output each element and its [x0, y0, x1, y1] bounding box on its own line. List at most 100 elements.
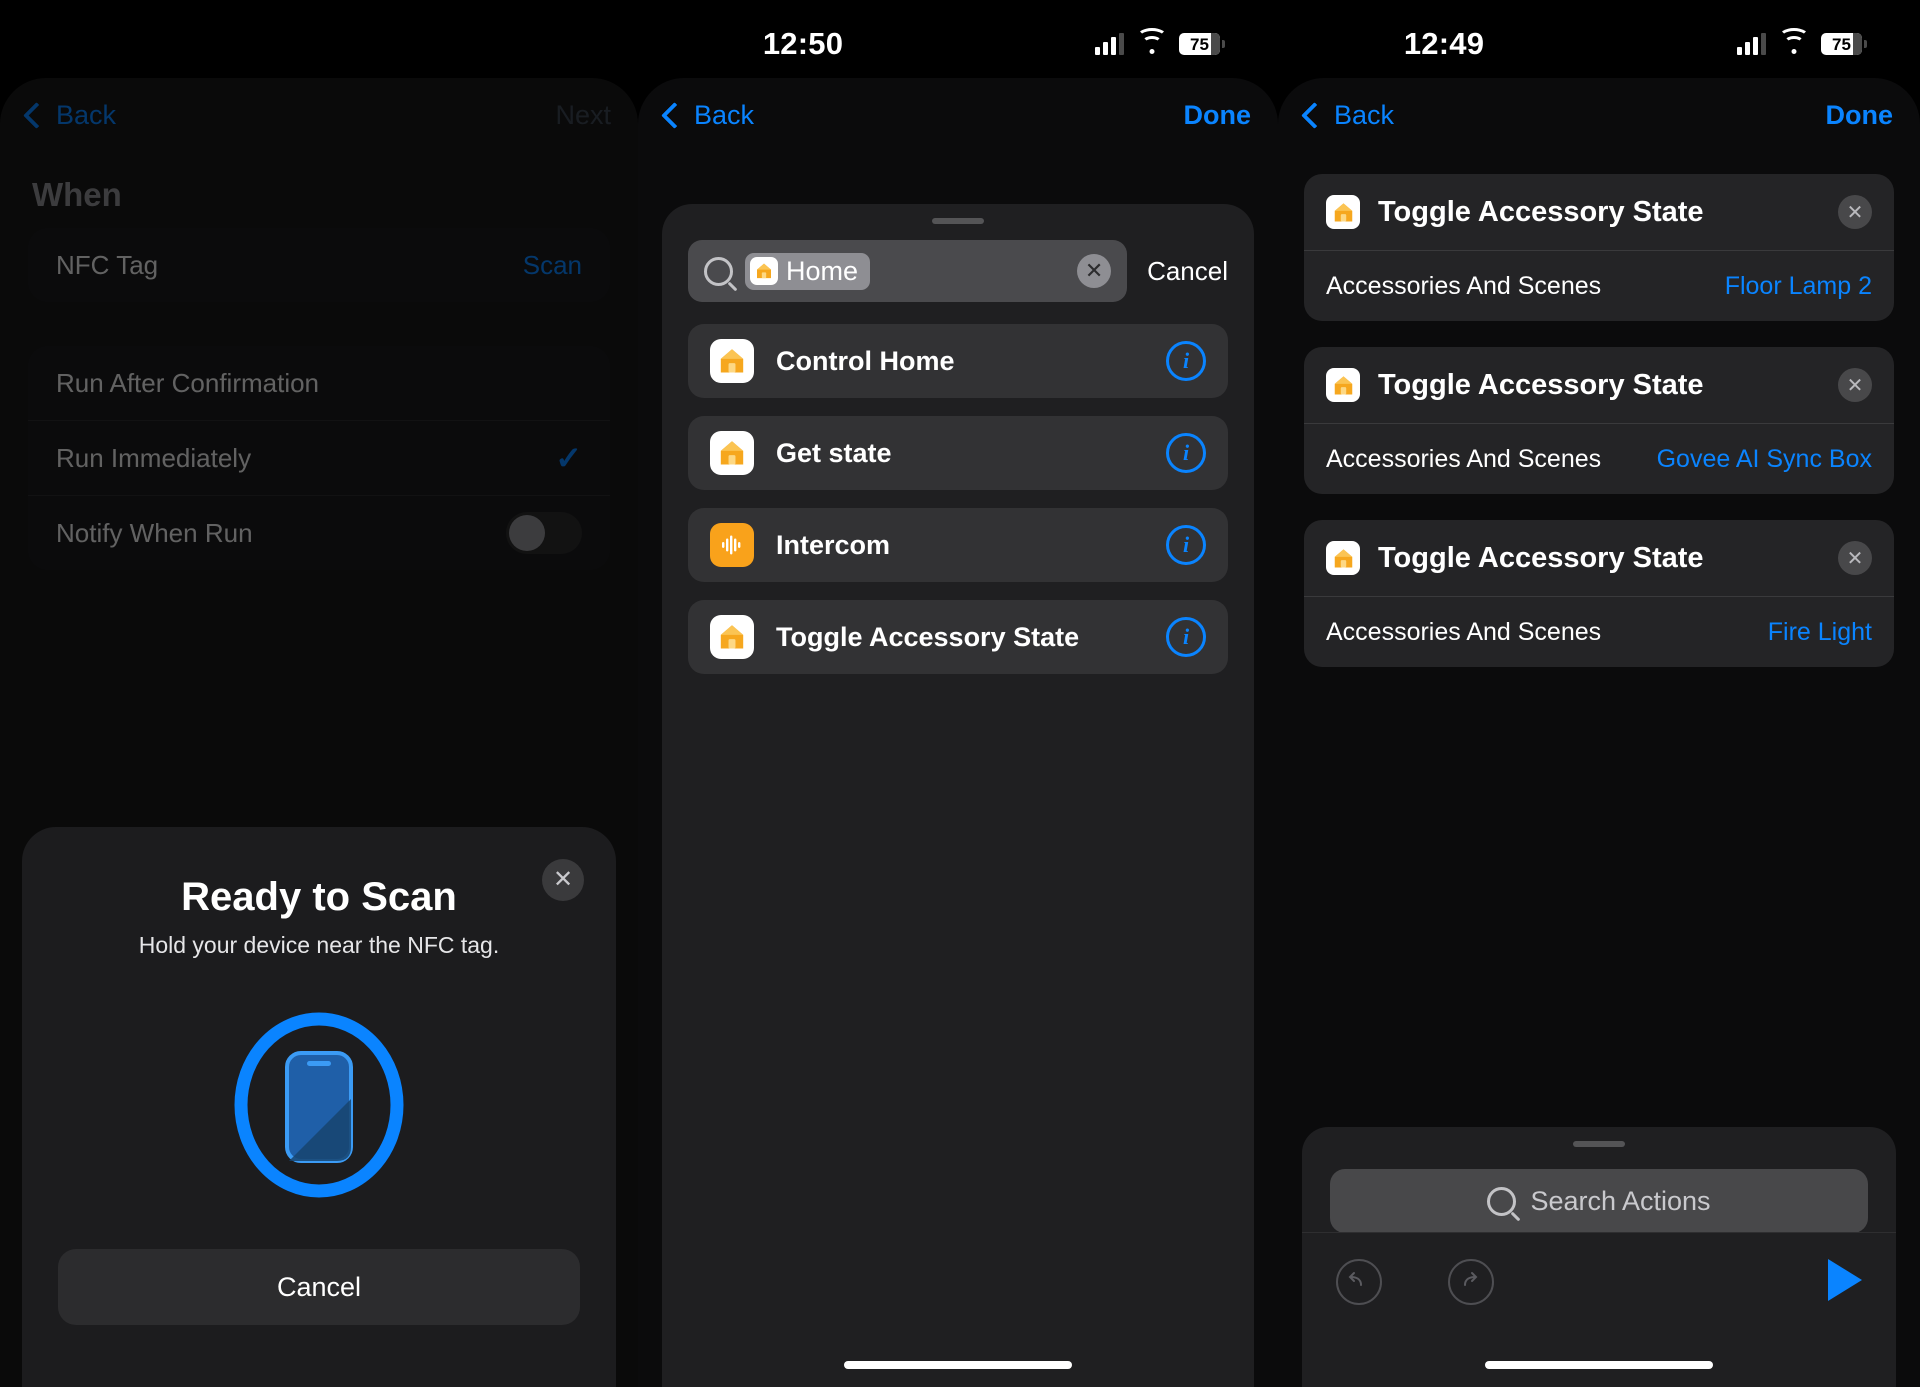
wifi-icon [1778, 28, 1809, 54]
search-actions-input[interactable]: Search Actions [1330, 1169, 1868, 1233]
search-actions-placeholder: Search Actions [1530, 1185, 1711, 1216]
modal-subtitle: Hold your device near the NFC tag. [138, 932, 500, 958]
action-header: Toggle Accessory State ✕ [1304, 347, 1894, 423]
close-icon[interactable]: ✕ [1838, 368, 1872, 402]
wifi-icon [1136, 28, 1167, 54]
list-item[interactable]: Control Home i [688, 324, 1228, 398]
chevron-left-icon [661, 101, 688, 129]
nav-bar-middle: Back Done [638, 78, 1278, 152]
play-icon[interactable] [1828, 1259, 1862, 1301]
info-icon[interactable]: i [1166, 617, 1206, 657]
option-notify-when-run[interactable]: Notify When Run [28, 495, 610, 570]
list-item[interactable]: Intercom i [688, 508, 1228, 582]
list-item[interactable]: Get state i [688, 416, 1228, 490]
home-app-icon [1326, 195, 1360, 229]
action-title: Toggle Accessory State [1378, 368, 1704, 401]
nfc-phone-icon [22, 1005, 616, 1205]
action-picker-sheet: Home ✕ Cancel Control Home i Get state i… [662, 204, 1254, 1387]
parameter-value[interactable]: Govee AI Sync Box [1657, 445, 1872, 474]
battery-icon: 75 [1179, 33, 1225, 55]
search-token-home[interactable]: Home [745, 252, 871, 290]
done-button[interactable]: Done [1184, 100, 1252, 131]
done-button[interactable]: Done [1826, 100, 1894, 131]
home-indicator [844, 1361, 1072, 1369]
notify-toggle[interactable] [506, 512, 582, 554]
back-button[interactable]: Back [661, 99, 755, 131]
action-parameter-row[interactable]: Accessories And Scenes Govee AI Sync Box [1304, 423, 1894, 494]
result-label: Intercom [776, 529, 891, 560]
close-icon[interactable]: ✕ [1838, 195, 1872, 229]
undo-icon[interactable] [1336, 1259, 1382, 1305]
status-bar-right: 12:49 75 [1278, 0, 1920, 88]
trigger-group: NFC Tag Scan [28, 228, 610, 302]
clear-icon[interactable]: ✕ [1077, 254, 1112, 288]
search-cancel-button[interactable]: Cancel [1147, 256, 1228, 287]
panel-action-search: 12:50 75 Back Done Home ✕ Cancel Control… [638, 0, 1278, 1387]
sheet-grabber[interactable] [1573, 1141, 1625, 1147]
battery-icon: 75 [1821, 33, 1867, 55]
back-label: Back [1334, 99, 1395, 130]
nfc-cancel-button[interactable]: Cancel [58, 1249, 580, 1325]
run-options-group: Run After Confirmation Run Immediately ✓… [28, 346, 610, 570]
next-button[interactable]: Next [555, 100, 611, 131]
close-icon[interactable]: ✕ [542, 859, 584, 901]
action-parameter-row[interactable]: Accessories And Scenes Floor Lamp 2 [1304, 250, 1894, 321]
chevron-left-icon [1301, 101, 1328, 129]
parameter-label: Accessories And Scenes [1326, 444, 1602, 473]
action-card[interactable]: Toggle Accessory State ✕ Accessories And… [1304, 174, 1894, 321]
scan-button[interactable]: Scan [523, 250, 582, 281]
panel-nfc-trigger: Back Next When NFC Tag Scan Run After Co… [0, 0, 638, 1387]
search-input[interactable]: Home ✕ [688, 240, 1128, 302]
checkmark-icon: ✓ [555, 440, 582, 476]
list-item[interactable]: Toggle Accessory State i [688, 600, 1228, 674]
back-label: Back [694, 99, 755, 130]
nfc-ready-to-scan-modal: ✕ Ready to Scan Hold your device near th… [22, 827, 616, 1387]
back-button[interactable]: Back [23, 100, 116, 131]
nav-bar-right: Back Done [1278, 78, 1920, 152]
parameter-label: Accessories And Scenes [1326, 271, 1602, 300]
parameter-label: Accessories And Scenes [1326, 617, 1602, 646]
home-app-icon [750, 257, 778, 285]
result-label: Toggle Accessory State [776, 621, 1080, 652]
cellular-signal-icon [1737, 33, 1766, 55]
info-icon[interactable]: i [1166, 433, 1206, 473]
action-card[interactable]: Toggle Accessory State ✕ Accessories And… [1304, 520, 1894, 667]
close-icon[interactable]: ✕ [1838, 541, 1872, 575]
toggle-knob [509, 515, 545, 551]
action-header: Toggle Accessory State ✕ [1304, 520, 1894, 596]
token-label: Home [786, 255, 859, 286]
status-time: 12:50 [762, 26, 844, 61]
home-app-icon [710, 339, 754, 383]
home-app-icon [1326, 541, 1360, 575]
result-label: Get state [776, 437, 892, 468]
back-button[interactable]: Back [1301, 99, 1395, 131]
status-indicators: 75 [1737, 28, 1867, 55]
status-time: 12:49 [1403, 26, 1485, 61]
info-icon[interactable]: i [1166, 525, 1206, 565]
action-search-sheet: Search Actions [1302, 1127, 1896, 1387]
action-parameter-row[interactable]: Accessories And Scenes Fire Light [1304, 596, 1894, 667]
nfc-tag-label: NFC Tag [56, 249, 159, 280]
section-title-when: When [32, 176, 122, 213]
option-label: Run After Confirmation [56, 367, 320, 398]
option-label: Notify When Run [56, 517, 253, 548]
action-title: Toggle Accessory State [1378, 195, 1704, 228]
parameter-value[interactable]: Fire Light [1768, 618, 1872, 647]
dimmed-content: Back Next When NFC Tag Scan Run After Co… [0, 78, 638, 570]
parameter-value[interactable]: Floor Lamp 2 [1725, 272, 1872, 301]
panel-shortcut-actions: 12:49 75 Back Done Toggle Accessory Stat… [1278, 0, 1920, 1387]
status-bar-left [0, 0, 638, 88]
chevron-left-icon [23, 101, 50, 129]
info-icon[interactable]: i [1166, 341, 1206, 381]
intercom-waveform-icon [710, 523, 754, 567]
nav-bar-left: Back Next [0, 78, 638, 152]
option-run-after-confirmation[interactable]: Run After Confirmation [28, 346, 610, 420]
redo-icon[interactable] [1448, 1259, 1494, 1305]
home-app-icon [1326, 368, 1360, 402]
cellular-signal-icon [1095, 33, 1124, 55]
option-run-immediately[interactable]: Run Immediately ✓ [28, 420, 610, 495]
action-card[interactable]: Toggle Accessory State ✕ Accessories And… [1304, 347, 1894, 494]
home-indicator [1485, 1361, 1713, 1369]
nfc-tag-row[interactable]: NFC Tag Scan [28, 228, 610, 302]
